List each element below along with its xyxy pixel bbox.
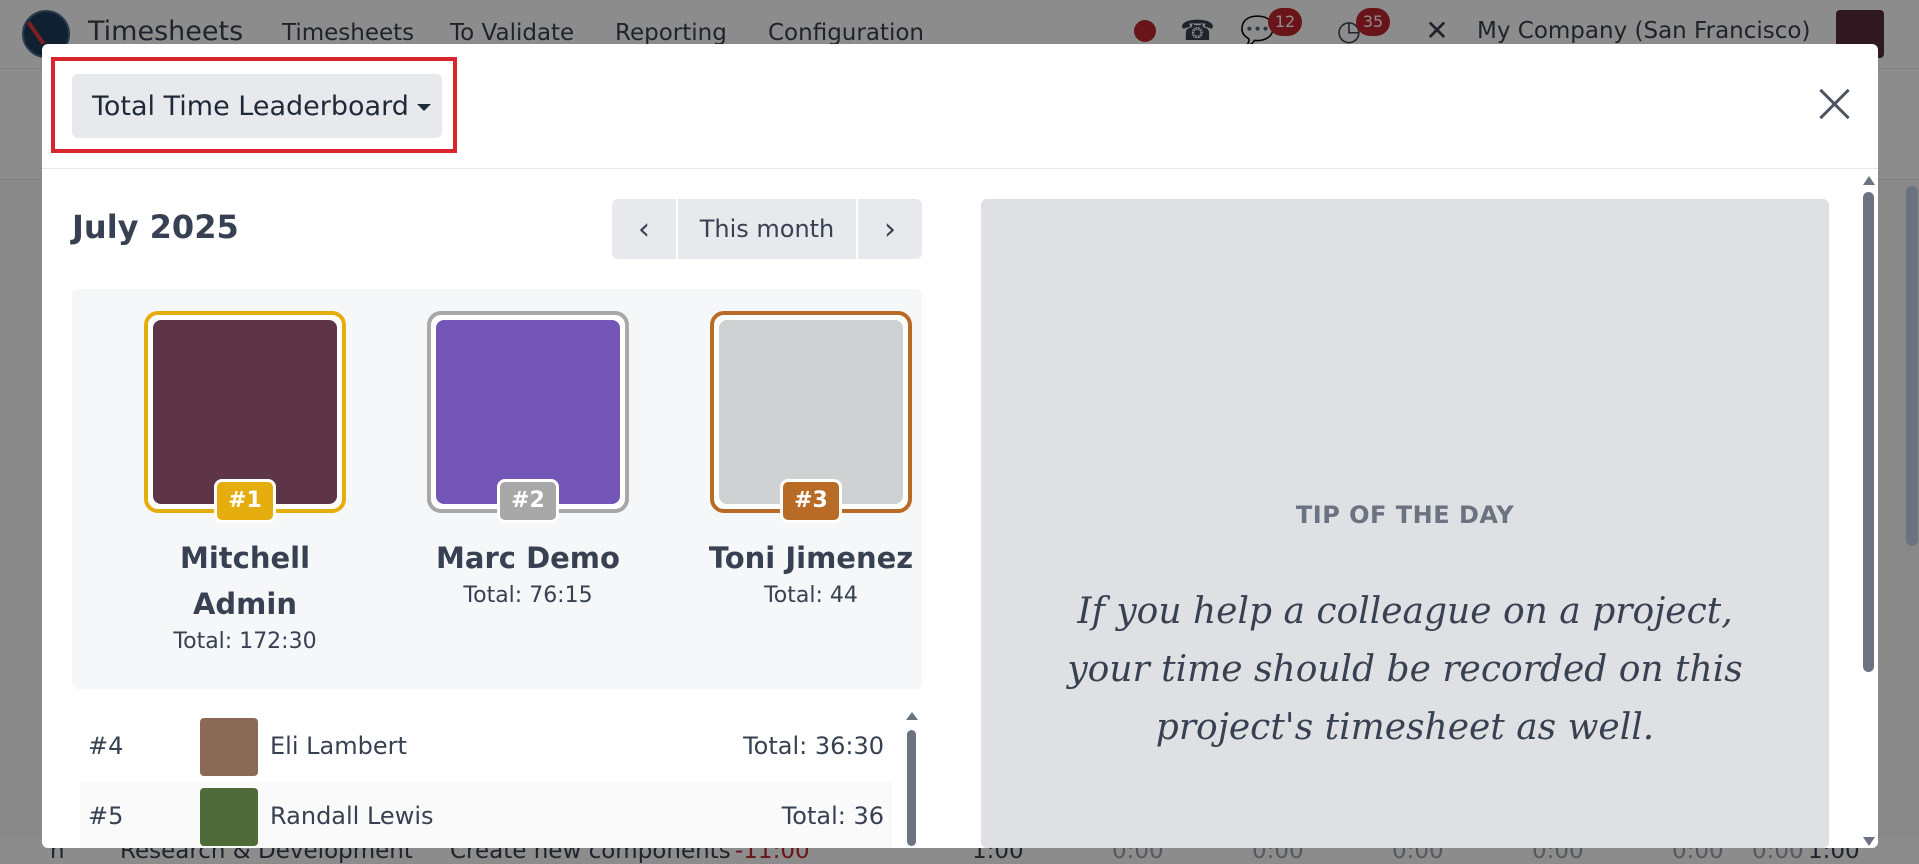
- scroll-thumb[interactable]: [1863, 192, 1874, 672]
- list-total: Total: 36:30: [743, 732, 884, 760]
- scroll-thumb[interactable]: [907, 730, 916, 846]
- employee-total: Total: 76:15: [463, 583, 593, 608]
- list-rank: #5: [88, 802, 124, 830]
- list-total: Total: 36: [781, 802, 884, 830]
- tip-text: If you help a colleague on a project, yo…: [1067, 591, 1743, 748]
- leaderboard-podium: #1 Mitchell Admin Total: 172:30 #2 Marc …: [72, 289, 922, 689]
- avatar-frame: #2: [427, 311, 629, 523]
- scroll-down-icon[interactable]: [1863, 837, 1875, 846]
- dialog-header: Total Time Leaderboard: [42, 44, 1878, 169]
- scroll-up-icon[interactable]: [906, 712, 918, 720]
- rank-badge: #3: [780, 479, 842, 523]
- podium-first: #1 Mitchell Admin Total: 172:30: [125, 311, 365, 657]
- leaderboard-list: #4 Eli Lambert Total: 36:30 #5 Randall L…: [80, 712, 892, 848]
- close-icon[interactable]: [1815, 84, 1855, 124]
- leaderboard-dialog: Total Time Leaderboard July 2025 ‹ This …: [42, 44, 1878, 848]
- tip-heading: TIP OF THE DAY: [1295, 501, 1515, 529]
- next-period-button[interactable]: ›: [858, 199, 922, 259]
- period-navigation: ‹ This month ›: [612, 199, 922, 259]
- podium-second: #2 Marc Demo Total: 76:15: [408, 311, 648, 611]
- avatar-frame: #1: [144, 311, 346, 523]
- leaderboard-type-dropdown[interactable]: Total Time Leaderboard: [72, 74, 442, 138]
- tip-of-the-day-panel: TIP OF THE DAY If you help a colleague o…: [981, 199, 1829, 848]
- list-scrollbar[interactable]: [906, 712, 918, 848]
- list-name: Randall Lewis: [270, 802, 434, 830]
- month-title: July 2025: [72, 208, 239, 246]
- employee-name: Mitchell Admin: [179, 541, 311, 621]
- page-scrollbar[interactable]: [1906, 186, 1918, 546]
- avatar: [719, 320, 903, 504]
- avatar: [200, 718, 258, 776]
- caret-down-icon: [416, 103, 431, 111]
- this-month-button[interactable]: This month: [676, 199, 858, 259]
- previous-period-button[interactable]: ‹: [612, 199, 676, 259]
- rank-badge: #2: [497, 479, 559, 523]
- employee-total: Total: 44: [764, 583, 858, 608]
- list-item: #4 Eli Lambert Total: 36:30: [80, 712, 892, 778]
- dropdown-label: Total Time Leaderboard: [92, 90, 409, 122]
- employee-name: Marc Demo: [436, 541, 620, 575]
- avatar: [436, 320, 620, 504]
- avatar: [200, 788, 258, 846]
- list-rank: #4: [88, 732, 124, 760]
- scroll-up-icon[interactable]: [1863, 176, 1875, 185]
- avatar: [153, 320, 337, 504]
- dialog-scrollbar[interactable]: [1862, 174, 1876, 848]
- list-name: Eli Lambert: [270, 732, 407, 760]
- employee-total: Total: 172:30: [173, 629, 317, 654]
- avatar-frame: #3: [710, 311, 912, 523]
- list-item: #5 Randall Lewis Total: 36: [80, 782, 892, 848]
- rank-badge: #1: [214, 479, 276, 523]
- podium-third: #3 Toni Jimenez Total: 44: [691, 311, 931, 611]
- employee-name: Toni Jimenez: [708, 541, 914, 575]
